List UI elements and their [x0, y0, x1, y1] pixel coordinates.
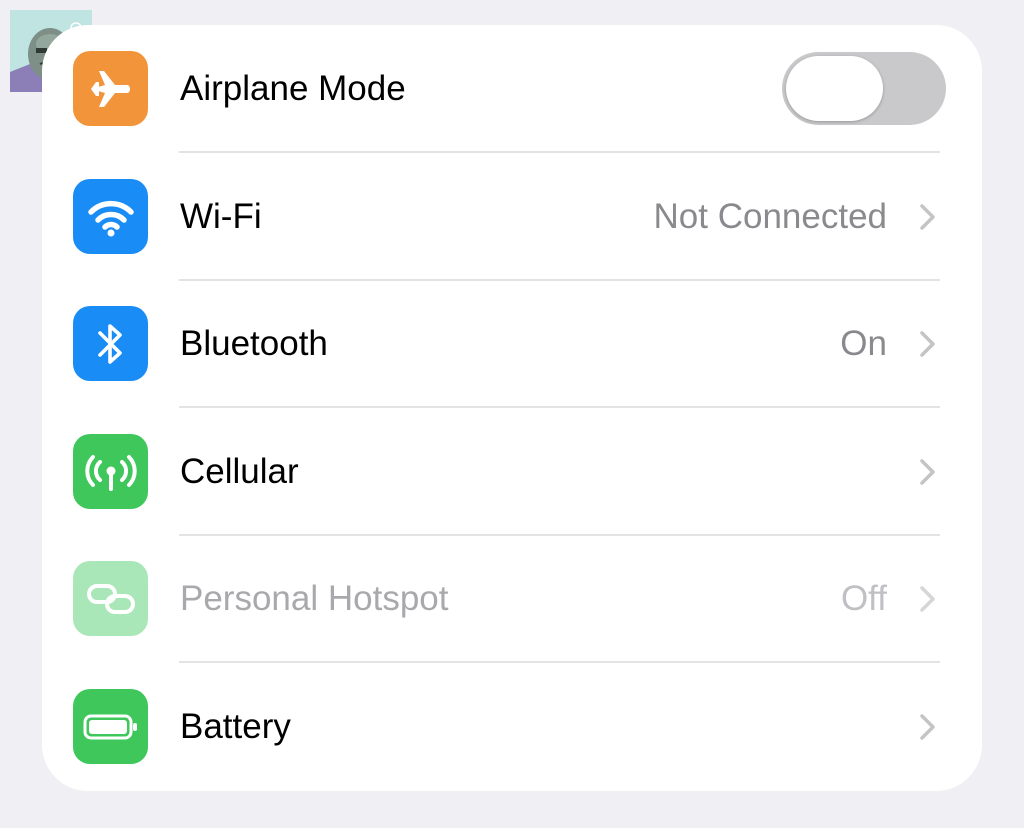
personal-hotspot-icon [73, 561, 148, 636]
chevron-right-icon [920, 714, 935, 740]
settings-group-card: Airplane Mode Wi-Fi Not Connected Blueto… [42, 25, 982, 791]
personal-hotspot-label: Personal Hotspot [180, 579, 449, 618]
airplane-mode-toggle[interactable] [782, 52, 946, 125]
bluetooth-row[interactable]: Bluetooth On [42, 280, 982, 408]
airplane-mode-label: Airplane Mode [180, 69, 406, 108]
toggle-knob [786, 56, 883, 121]
bluetooth-status: On [840, 324, 887, 363]
chevron-right-icon [920, 459, 935, 485]
cellular-row[interactable]: Cellular [42, 408, 982, 536]
airplane-icon [73, 51, 148, 126]
chevron-right-icon [920, 586, 935, 612]
wifi-row[interactable]: Wi-Fi Not Connected [42, 153, 982, 281]
chevron-right-icon [920, 331, 935, 357]
bluetooth-label: Bluetooth [180, 324, 328, 363]
wifi-icon [73, 179, 148, 254]
personal-hotspot-row[interactable]: Personal Hotspot Off [42, 535, 982, 663]
battery-row[interactable]: Battery [42, 663, 982, 791]
wifi-label: Wi-Fi [180, 197, 262, 236]
chevron-right-icon [920, 204, 935, 230]
battery-label: Battery [180, 707, 291, 746]
battery-icon [73, 689, 148, 764]
cellular-antenna-icon [73, 434, 148, 509]
wifi-status: Not Connected [653, 197, 887, 236]
personal-hotspot-status: Off [840, 579, 887, 618]
cellular-label: Cellular [180, 452, 299, 491]
airplane-mode-row: Airplane Mode [42, 25, 982, 153]
bluetooth-icon [73, 306, 148, 381]
